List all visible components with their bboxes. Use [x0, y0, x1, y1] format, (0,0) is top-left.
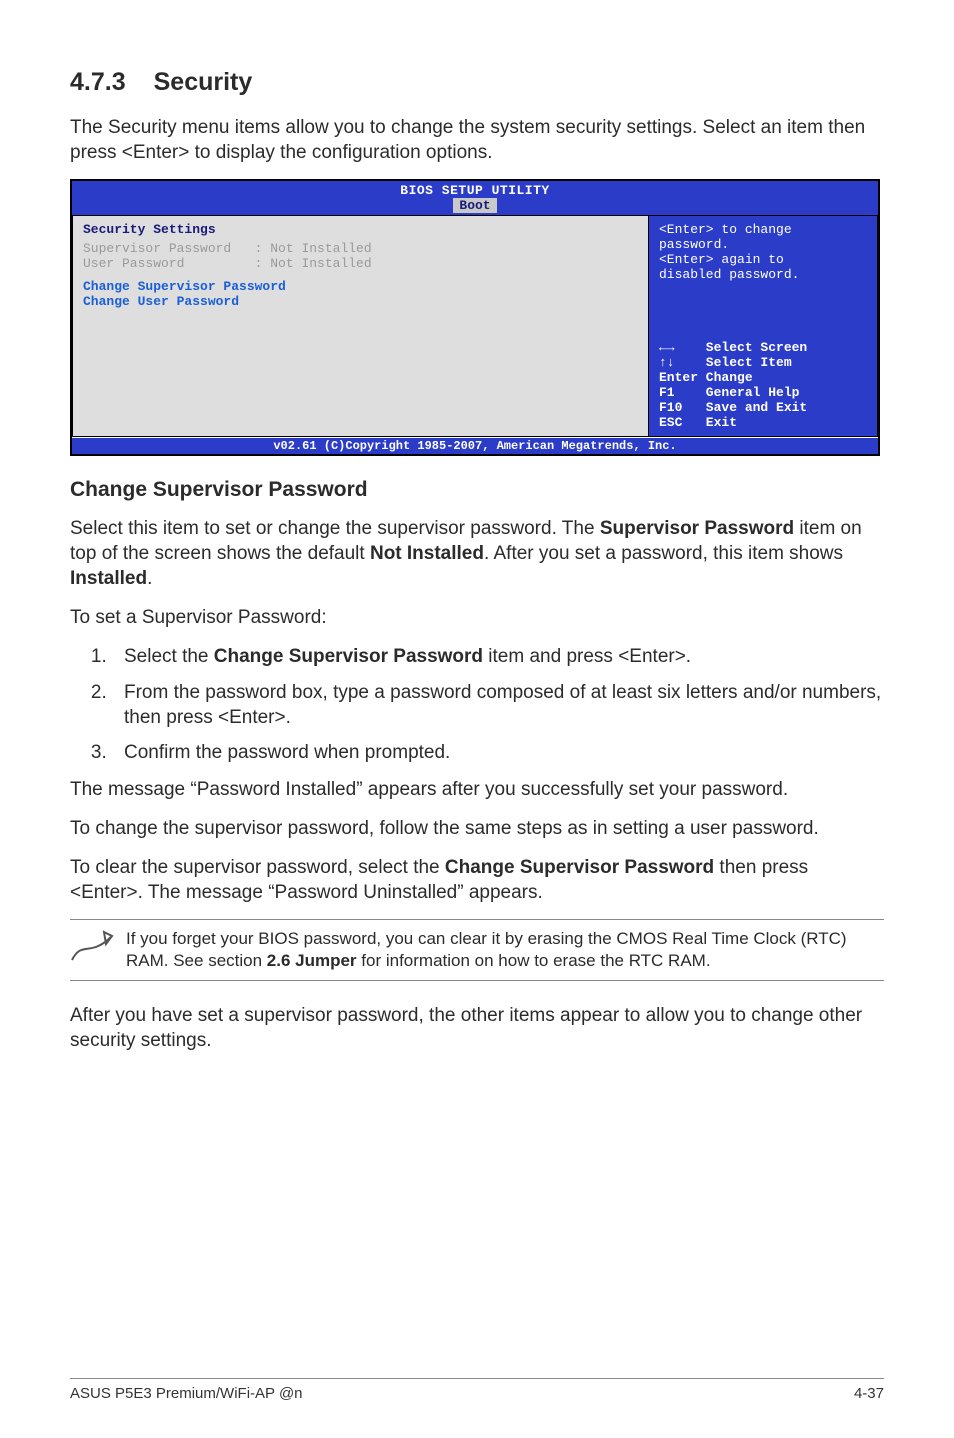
- bios-change-user: Change User Password: [83, 294, 638, 309]
- section-title: Security: [154, 68, 253, 96]
- bios-user-row: User Password : Not Installed: [83, 256, 638, 271]
- bios-help-line: disabled password.: [659, 267, 867, 282]
- bios-tab-row: Boot: [72, 198, 878, 215]
- text-bold: 2.6 Jumper: [267, 951, 357, 970]
- bios-supervisor-label: Supervisor Password: [83, 241, 231, 256]
- bios-tab-boot: Boot: [453, 198, 496, 213]
- bios-title: BIOS SETUP UTILITY: [72, 181, 878, 198]
- note-box: If you forget your BIOS password, you ca…: [70, 919, 884, 981]
- paragraph: To set a Supervisor Password:: [70, 605, 884, 630]
- bios-help-line: <Enter> to change: [659, 222, 867, 237]
- bios-nav-line: F1 General Help: [659, 385, 867, 400]
- text-run: for information on how to erase the RTC …: [357, 951, 711, 970]
- footer-product: ASUS P5E3 Premium/WiFi-AP @n: [70, 1385, 303, 1402]
- bios-nav-block: ←→ Select Screen ↑↓ Select Item Enter Ch…: [659, 340, 867, 430]
- note-pencil-icon: [70, 930, 126, 964]
- text-run: Select this item to set or change the su…: [70, 518, 600, 539]
- subheading-change-supervisor: Change Supervisor Password: [70, 478, 884, 502]
- text-bold: Change Supervisor Password: [445, 857, 714, 878]
- note-text: If you forget your BIOS password, you ca…: [126, 928, 884, 972]
- bios-content-panel: Security Settings Supervisor Password : …: [72, 215, 648, 437]
- text-bold: Change Supervisor Password: [214, 646, 483, 667]
- page-footer: ASUS P5E3 Premium/WiFi-AP @n 4-37: [70, 1378, 884, 1402]
- bios-supervisor-row: Supervisor Password : Not Installed: [83, 241, 638, 256]
- paragraph: The message “Password Installed” appears…: [70, 777, 884, 802]
- text-run: item and press <Enter>.: [483, 646, 691, 667]
- text-run: To clear the supervisor password, select…: [70, 857, 445, 878]
- section-heading: 4.7.3 Security: [70, 68, 884, 97]
- section-number: 4.7.3: [70, 68, 126, 97]
- bios-help-line: password.: [659, 237, 867, 252]
- bios-help-line: <Enter> again to: [659, 252, 867, 267]
- bios-nav-line: ↑↓ Select Item: [659, 355, 867, 370]
- intro-paragraph: The Security menu items allow you to cha…: [70, 115, 884, 165]
- bios-security-settings-header: Security Settings: [83, 222, 638, 237]
- bios-supervisor-value: : Not Installed: [255, 241, 372, 256]
- bios-change-supervisor: Change Supervisor Password: [83, 279, 638, 294]
- step-item: From the password box, type a password c…: [112, 680, 884, 730]
- bios-nav-line: ESC Exit: [659, 415, 867, 430]
- text-run: Select the: [124, 646, 214, 667]
- bios-screenshot: BIOS SETUP UTILITY Boot Security Setting…: [70, 179, 880, 456]
- bios-nav-line: F10 Save and Exit: [659, 400, 867, 415]
- paragraph: After you have set a supervisor password…: [70, 1003, 884, 1053]
- bios-nav-line: Enter Change: [659, 370, 867, 385]
- bios-copyright: v02.61 (C)Copyright 1985-2007, American …: [72, 437, 878, 454]
- footer-page-number: 4-37: [854, 1385, 884, 1402]
- paragraph: Select this item to set or change the su…: [70, 516, 884, 591]
- paragraph: To clear the supervisor password, select…: [70, 855, 884, 905]
- bios-user-label: User Password: [83, 256, 184, 271]
- bios-help-panel: <Enter> to change password. <Enter> agai…: [648, 215, 878, 437]
- text-bold: Installed: [70, 568, 147, 589]
- text-run: .: [147, 568, 152, 589]
- text-run: . After you set a password, this item sh…: [484, 543, 843, 564]
- text-bold: Supervisor Password: [600, 518, 794, 539]
- text-bold: Not Installed: [370, 543, 484, 564]
- step-item: Select the Change Supervisor Password it…: [112, 644, 884, 669]
- bios-user-value: : Not Installed: [255, 256, 372, 271]
- step-item: Confirm the password when prompted.: [112, 740, 884, 765]
- steps-list: Select the Change Supervisor Password it…: [112, 644, 884, 764]
- bios-nav-line: ←→ Select Screen: [659, 340, 867, 355]
- paragraph: To change the supervisor password, follo…: [70, 816, 884, 841]
